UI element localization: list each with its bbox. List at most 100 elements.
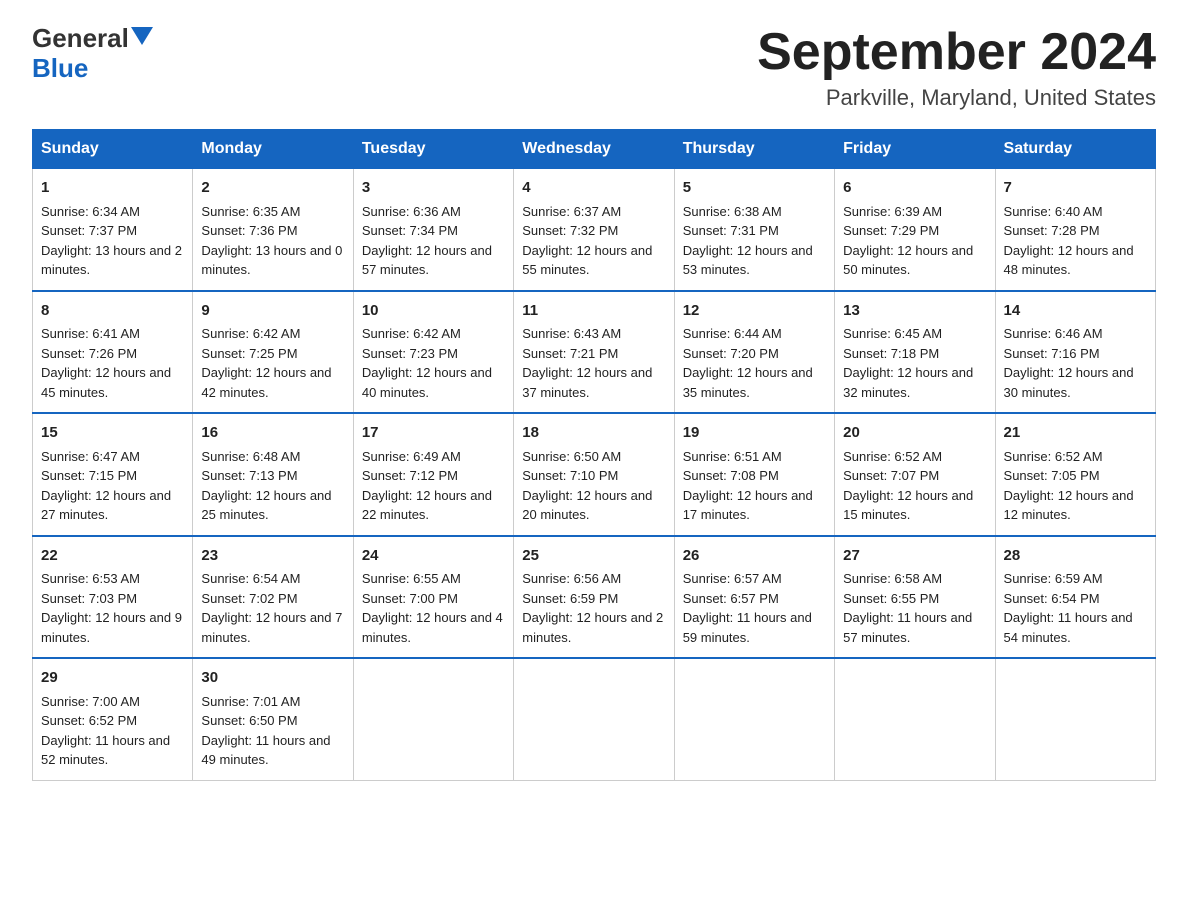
calendar-cell bbox=[353, 658, 513, 780]
calendar-cell: 11Sunrise: 6:43 AMSunset: 7:21 PMDayligh… bbox=[514, 291, 674, 414]
calendar-cell: 24Sunrise: 6:55 AMSunset: 7:00 PMDayligh… bbox=[353, 536, 513, 659]
sunrise-label: Sunrise: 6:54 AM bbox=[201, 571, 300, 586]
sunset-label: Sunset: 7:00 PM bbox=[362, 591, 458, 606]
sunset-label: Sunset: 7:12 PM bbox=[362, 468, 458, 483]
day-number: 15 bbox=[41, 422, 184, 445]
calendar-cell: 13Sunrise: 6:45 AMSunset: 7:18 PMDayligh… bbox=[835, 291, 995, 414]
day-number: 12 bbox=[683, 300, 826, 323]
sunset-label: Sunset: 7:02 PM bbox=[201, 591, 297, 606]
column-header-friday: Friday bbox=[835, 130, 995, 169]
daylight-label: Daylight: 12 hours and 20 minutes. bbox=[522, 488, 652, 523]
calendar-cell: 12Sunrise: 6:44 AMSunset: 7:20 PMDayligh… bbox=[674, 291, 834, 414]
sunset-label: Sunset: 7:25 PM bbox=[201, 346, 297, 361]
daylight-label: Daylight: 12 hours and 57 minutes. bbox=[362, 243, 492, 278]
calendar-cell: 22Sunrise: 6:53 AMSunset: 7:03 PMDayligh… bbox=[33, 536, 193, 659]
calendar-cell bbox=[514, 658, 674, 780]
daylight-label: Daylight: 12 hours and 22 minutes. bbox=[362, 488, 492, 523]
calendar-cell: 29Sunrise: 7:00 AMSunset: 6:52 PMDayligh… bbox=[33, 658, 193, 780]
sunrise-label: Sunrise: 6:41 AM bbox=[41, 326, 140, 341]
calendar-week-row: 1Sunrise: 6:34 AMSunset: 7:37 PMDaylight… bbox=[33, 169, 1156, 291]
daylight-label: Daylight: 12 hours and 45 minutes. bbox=[41, 365, 171, 400]
calendar-cell: 26Sunrise: 6:57 AMSunset: 6:57 PMDayligh… bbox=[674, 536, 834, 659]
day-number: 4 bbox=[522, 177, 665, 200]
sunset-label: Sunset: 7:16 PM bbox=[1004, 346, 1100, 361]
sunset-label: Sunset: 7:20 PM bbox=[683, 346, 779, 361]
sunrise-label: Sunrise: 6:49 AM bbox=[362, 449, 461, 464]
sunrise-label: Sunrise: 6:48 AM bbox=[201, 449, 300, 464]
day-number: 19 bbox=[683, 422, 826, 445]
daylight-label: Daylight: 11 hours and 52 minutes. bbox=[41, 733, 170, 768]
day-number: 28 bbox=[1004, 545, 1147, 568]
sunrise-label: Sunrise: 6:59 AM bbox=[1004, 571, 1103, 586]
day-number: 16 bbox=[201, 422, 344, 445]
sunset-label: Sunset: 7:29 PM bbox=[843, 223, 939, 238]
sunset-label: Sunset: 6:52 PM bbox=[41, 713, 137, 728]
calendar-week-row: 15Sunrise: 6:47 AMSunset: 7:15 PMDayligh… bbox=[33, 413, 1156, 536]
column-header-saturday: Saturday bbox=[995, 130, 1155, 169]
sunrise-label: Sunrise: 6:52 AM bbox=[843, 449, 942, 464]
sunrise-label: Sunrise: 6:43 AM bbox=[522, 326, 621, 341]
calendar-cell: 6Sunrise: 6:39 AMSunset: 7:29 PMDaylight… bbox=[835, 169, 995, 291]
calendar-week-row: 22Sunrise: 6:53 AMSunset: 7:03 PMDayligh… bbox=[33, 536, 1156, 659]
sunrise-label: Sunrise: 6:45 AM bbox=[843, 326, 942, 341]
daylight-label: Daylight: 12 hours and 9 minutes. bbox=[41, 610, 182, 645]
sunrise-label: Sunrise: 6:40 AM bbox=[1004, 204, 1103, 219]
day-number: 29 bbox=[41, 667, 184, 690]
sunrise-label: Sunrise: 6:39 AM bbox=[843, 204, 942, 219]
sunset-label: Sunset: 7:03 PM bbox=[41, 591, 137, 606]
sunset-label: Sunset: 7:10 PM bbox=[522, 468, 618, 483]
sunrise-label: Sunrise: 6:42 AM bbox=[362, 326, 461, 341]
calendar-cell: 17Sunrise: 6:49 AMSunset: 7:12 PMDayligh… bbox=[353, 413, 513, 536]
day-number: 20 bbox=[843, 422, 986, 445]
logo-blue: Blue bbox=[32, 53, 88, 84]
calendar-cell: 18Sunrise: 6:50 AMSunset: 7:10 PMDayligh… bbox=[514, 413, 674, 536]
calendar-week-row: 29Sunrise: 7:00 AMSunset: 6:52 PMDayligh… bbox=[33, 658, 1156, 780]
calendar-cell: 8Sunrise: 6:41 AMSunset: 7:26 PMDaylight… bbox=[33, 291, 193, 414]
calendar-cell: 4Sunrise: 6:37 AMSunset: 7:32 PMDaylight… bbox=[514, 169, 674, 291]
calendar-cell bbox=[674, 658, 834, 780]
sunrise-label: Sunrise: 6:51 AM bbox=[683, 449, 782, 464]
sunrise-label: Sunrise: 6:50 AM bbox=[522, 449, 621, 464]
logo-triangle-icon bbox=[131, 27, 153, 45]
daylight-label: Daylight: 11 hours and 49 minutes. bbox=[201, 733, 330, 768]
calendar-cell bbox=[995, 658, 1155, 780]
calendar-cell: 28Sunrise: 6:59 AMSunset: 6:54 PMDayligh… bbox=[995, 536, 1155, 659]
daylight-label: Daylight: 13 hours and 0 minutes. bbox=[201, 243, 342, 278]
day-number: 30 bbox=[201, 667, 344, 690]
sunrise-label: Sunrise: 6:44 AM bbox=[683, 326, 782, 341]
day-number: 3 bbox=[362, 177, 505, 200]
sunset-label: Sunset: 7:21 PM bbox=[522, 346, 618, 361]
calendar-cell: 21Sunrise: 6:52 AMSunset: 7:05 PMDayligh… bbox=[995, 413, 1155, 536]
day-number: 1 bbox=[41, 177, 184, 200]
day-number: 2 bbox=[201, 177, 344, 200]
daylight-label: Daylight: 12 hours and 32 minutes. bbox=[843, 365, 973, 400]
sunrise-label: Sunrise: 6:37 AM bbox=[522, 204, 621, 219]
day-number: 21 bbox=[1004, 422, 1147, 445]
calendar-cell: 3Sunrise: 6:36 AMSunset: 7:34 PMDaylight… bbox=[353, 169, 513, 291]
daylight-label: Daylight: 12 hours and 27 minutes. bbox=[41, 488, 171, 523]
daylight-label: Daylight: 12 hours and 55 minutes. bbox=[522, 243, 652, 278]
calendar-cell: 25Sunrise: 6:56 AMSunset: 6:59 PMDayligh… bbox=[514, 536, 674, 659]
calendar-header-row: SundayMondayTuesdayWednesdayThursdayFrid… bbox=[33, 130, 1156, 169]
day-number: 13 bbox=[843, 300, 986, 323]
column-header-thursday: Thursday bbox=[674, 130, 834, 169]
calendar-cell: 19Sunrise: 6:51 AMSunset: 7:08 PMDayligh… bbox=[674, 413, 834, 536]
daylight-label: Daylight: 12 hours and 40 minutes. bbox=[362, 365, 492, 400]
daylight-label: Daylight: 12 hours and 15 minutes. bbox=[843, 488, 973, 523]
sunrise-label: Sunrise: 6:58 AM bbox=[843, 571, 942, 586]
daylight-label: Daylight: 12 hours and 42 minutes. bbox=[201, 365, 331, 400]
daylight-label: Daylight: 11 hours and 59 minutes. bbox=[683, 610, 812, 645]
day-number: 5 bbox=[683, 177, 826, 200]
sunset-label: Sunset: 6:50 PM bbox=[201, 713, 297, 728]
daylight-label: Daylight: 12 hours and 25 minutes. bbox=[201, 488, 331, 523]
column-header-tuesday: Tuesday bbox=[353, 130, 513, 169]
day-number: 27 bbox=[843, 545, 986, 568]
sunrise-label: Sunrise: 6:38 AM bbox=[683, 204, 782, 219]
day-number: 26 bbox=[683, 545, 826, 568]
sunrise-label: Sunrise: 6:46 AM bbox=[1004, 326, 1103, 341]
calendar-cell: 16Sunrise: 6:48 AMSunset: 7:13 PMDayligh… bbox=[193, 413, 353, 536]
sunset-label: Sunset: 7:26 PM bbox=[41, 346, 137, 361]
daylight-label: Daylight: 11 hours and 54 minutes. bbox=[1004, 610, 1133, 645]
column-header-sunday: Sunday bbox=[33, 130, 193, 169]
calendar-week-row: 8Sunrise: 6:41 AMSunset: 7:26 PMDaylight… bbox=[33, 291, 1156, 414]
